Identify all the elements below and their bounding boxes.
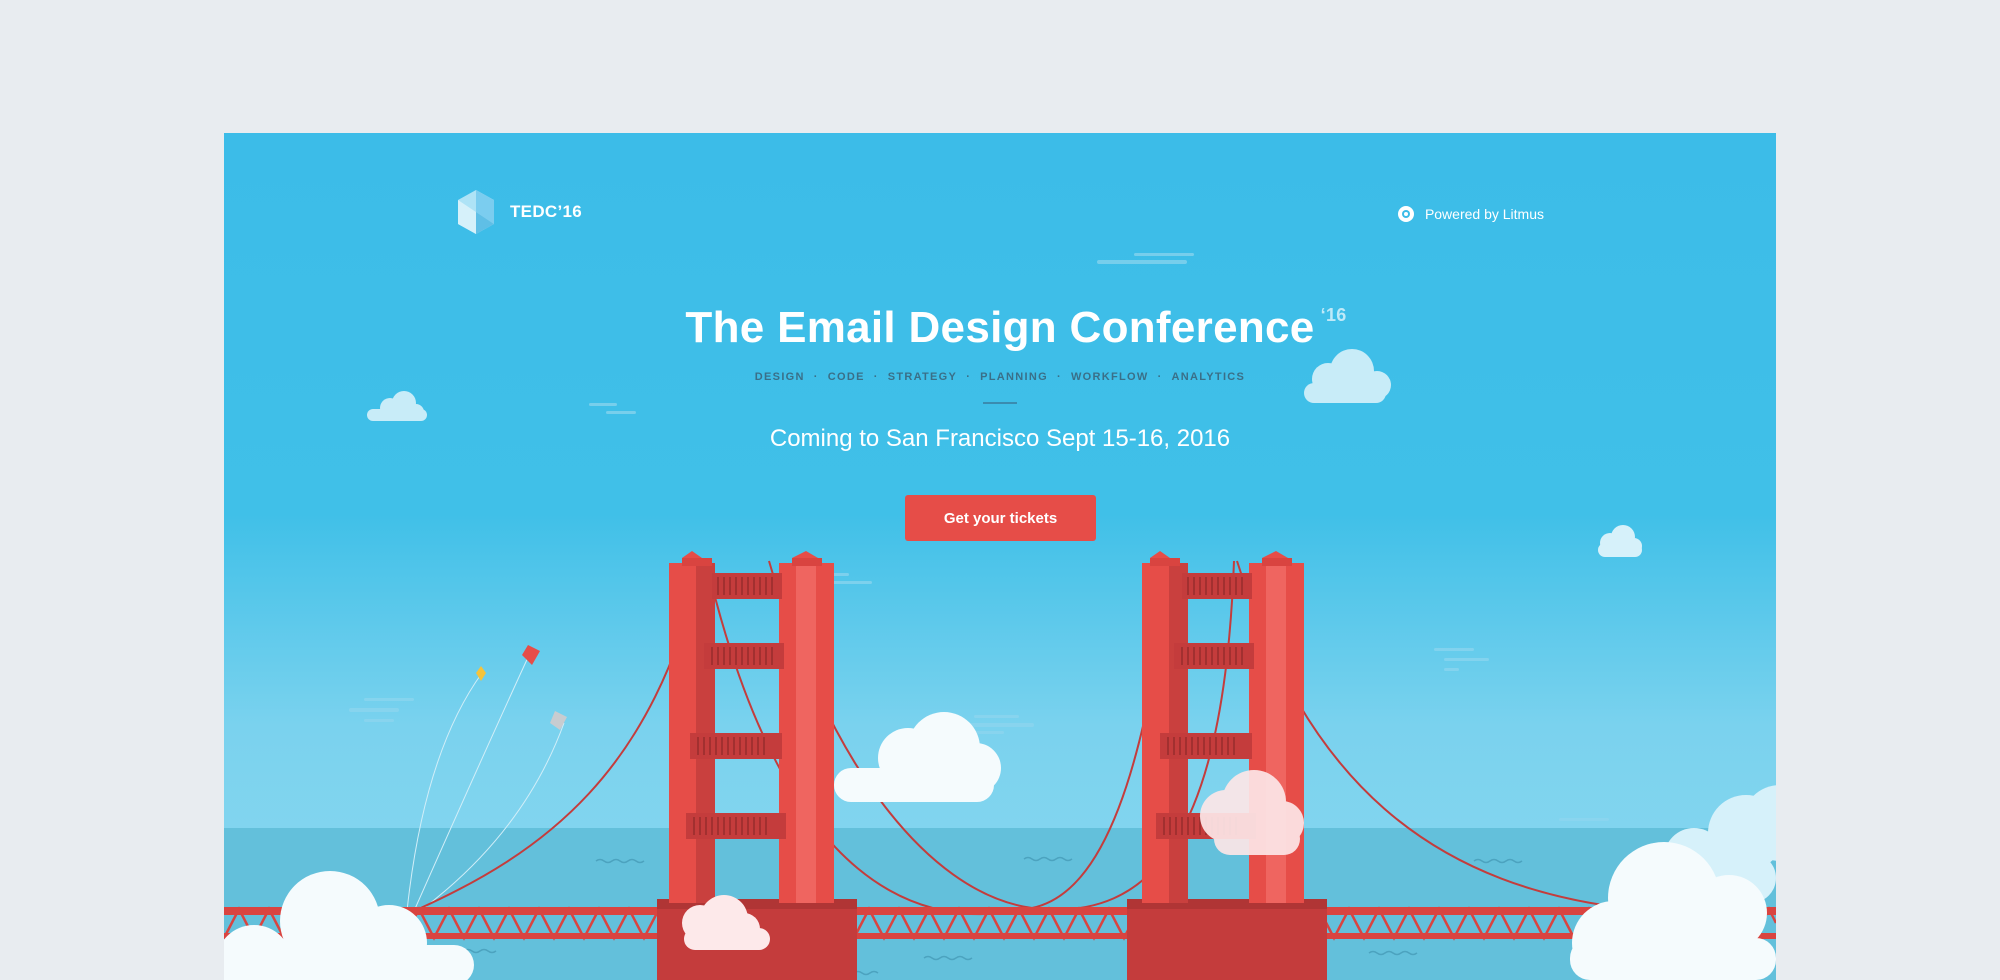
topics-list: DESIGN · CODE · STRATEGY · PLANNING · WORKFLOW · A… [224, 371, 1776, 383]
topic-separator: · [813, 371, 819, 383]
title-divider [983, 402, 1017, 404]
topic-separator: · [966, 371, 972, 383]
powered-by-text: Powered by Litmus [1424, 206, 1544, 222]
powered-by-link[interactable]: Powered by Litmus [1397, 205, 1544, 223]
page-title: The Email Design Conference ‘16 [685, 303, 1346, 353]
kite [550, 711, 567, 730]
topic-item: CODE [827, 371, 865, 383]
topic-separator: · [1157, 371, 1163, 383]
cloud [367, 391, 427, 421]
topic-item: WORKFLOW [1070, 371, 1149, 383]
event-subtitle: Coming to San Francisco Sept 15-16, 2016 [769, 425, 1231, 452]
title-superscript: ‘16 [1320, 305, 1347, 325]
bridge-tower-right [1127, 551, 1327, 980]
logo-link[interactable]: TEDC’16 [454, 188, 582, 236]
cloud [1598, 525, 1642, 557]
topic-separator: · [873, 371, 879, 383]
top-bar: TEDC’16 Powered by Litmus [224, 133, 1776, 236]
bridge-illustration [224, 253, 1776, 980]
kite [522, 645, 540, 665]
topic-item: DESIGN [754, 371, 805, 383]
logo-text: TEDC’16 [510, 202, 583, 221]
litmus-gear-icon [1397, 206, 1414, 222]
topic-item: ANALYTICS [1171, 371, 1246, 383]
hero-frame: TEDC’16 Powered by Litmus The Email Desi… [224, 133, 1776, 980]
hexagon-gem-icon [458, 190, 494, 234]
topic-item: STRATEGY [887, 371, 958, 383]
topic-separator: · [1057, 371, 1062, 383]
page-title-text: The Email Design Conference [685, 303, 1315, 352]
hero-title-wrap: The Email Design Conference ‘16 [224, 303, 1776, 353]
topic-item: PLANNING [980, 371, 1048, 383]
get-tickets-button[interactable]: Get your tickets [905, 495, 1096, 541]
